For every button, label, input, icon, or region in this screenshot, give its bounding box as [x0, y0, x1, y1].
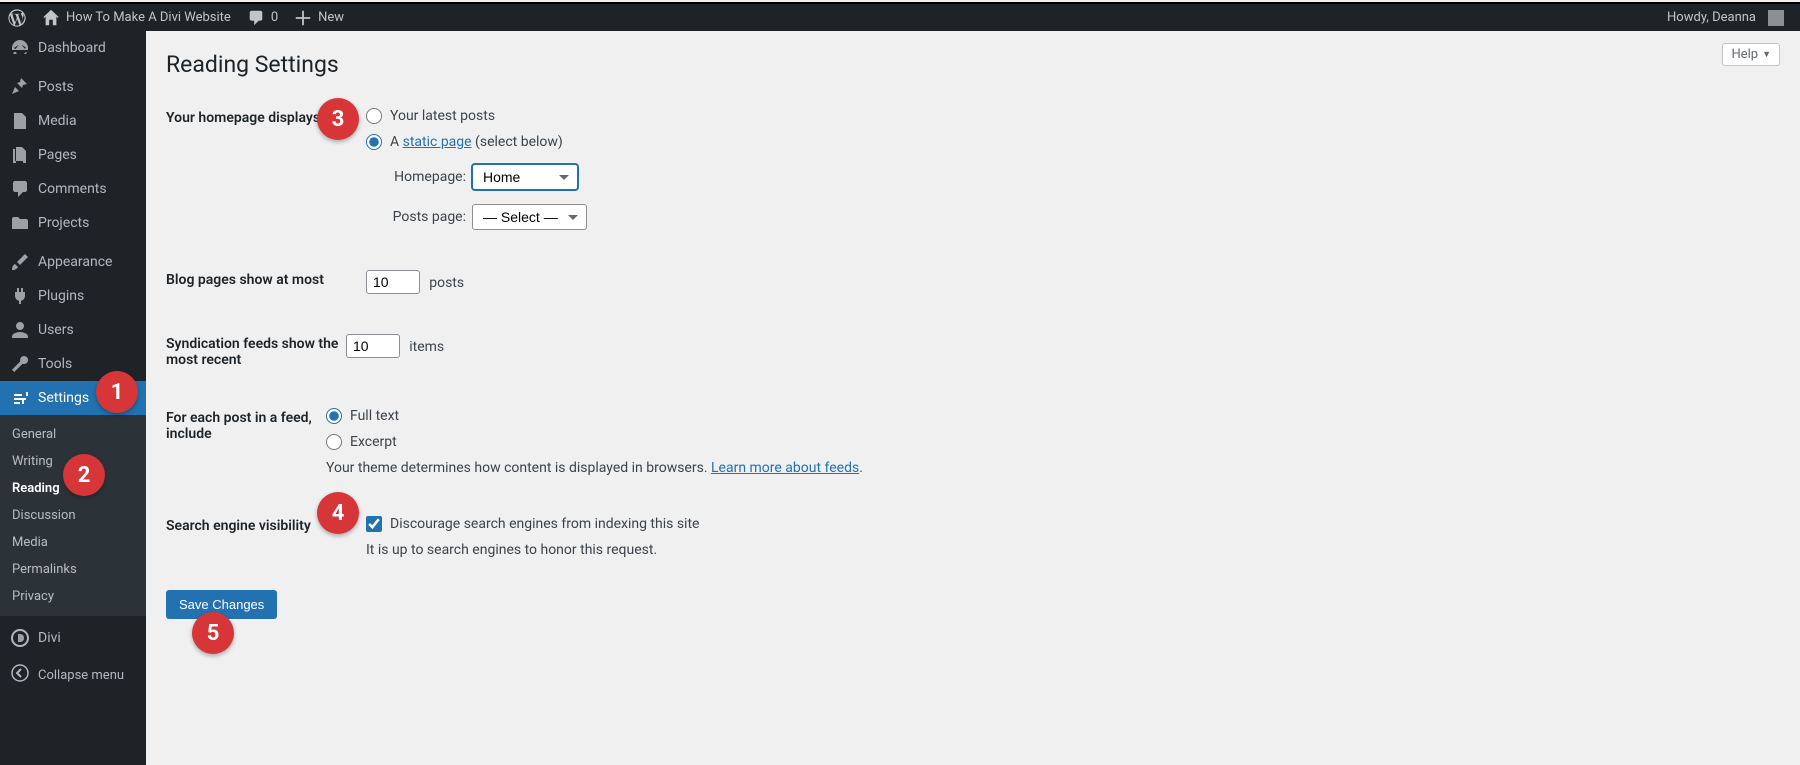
- discourage-label: Discourage search engines from indexing …: [390, 516, 699, 532]
- sidebar-label: Settings: [38, 390, 89, 406]
- callout-5: 5: [192, 612, 234, 654]
- blog-pages-unit: posts: [429, 275, 464, 291]
- sidebar-label: Divi: [38, 630, 61, 646]
- callout-4: 4: [317, 492, 359, 534]
- sidebar-label: Tools: [38, 356, 72, 372]
- sidebar-item-plugins[interactable]: Plugins: [0, 279, 146, 313]
- sidebar-item-pages[interactable]: Pages: [0, 138, 146, 172]
- home-icon: [42, 9, 60, 27]
- content-area: Help ▼ Reading Settings Your homepage di…: [146, 31, 1800, 765]
- settings-icon: [10, 388, 30, 408]
- sidebar-item-dashboard[interactable]: Dashboard: [0, 31, 146, 65]
- media-icon: [10, 111, 30, 131]
- sidebar-label: Pages: [38, 147, 77, 163]
- sidebar-label: Comments: [38, 181, 107, 197]
- avatar: [1768, 10, 1784, 26]
- portfolio-icon: [10, 213, 30, 233]
- page-title: Reading Settings: [146, 31, 1800, 88]
- collapse-icon: [10, 663, 30, 687]
- sidebar-label: Posts: [38, 79, 74, 95]
- sidebar-item-projects[interactable]: Projects: [0, 206, 146, 240]
- chevron-down-icon: ▼: [1762, 49, 1771, 60]
- discourage-checkbox[interactable]: [366, 516, 382, 532]
- radio-full-text-label: Full text: [350, 408, 399, 424]
- blog-pages-label: Blog pages show at most: [166, 270, 366, 288]
- howdy-text: Howdy, Deanna: [1667, 3, 1756, 32]
- sidebar-label: Media: [38, 113, 77, 129]
- pin-icon: [10, 77, 30, 97]
- wp-logo-link[interactable]: [0, 3, 34, 32]
- divi-icon: [10, 628, 30, 648]
- sidebar-label: Users: [38, 322, 74, 338]
- sidebar-item-posts[interactable]: Posts: [0, 70, 146, 104]
- sidebar-item-users[interactable]: Users: [0, 313, 146, 347]
- homepage-select[interactable]: Home: [472, 164, 578, 190]
- callout-2: 2: [63, 454, 105, 496]
- collapse-label: Collapse menu: [38, 668, 124, 683]
- dashboard-icon: [10, 38, 30, 58]
- page-icon: [10, 145, 30, 165]
- sev-description: It is up to search engines to honor this…: [366, 542, 1780, 558]
- plus-icon: [294, 9, 312, 27]
- settings-submenu: General Writing Reading Discussion Media…: [0, 415, 146, 616]
- submenu-privacy[interactable]: Privacy: [0, 583, 146, 610]
- wordpress-icon: [8, 9, 26, 27]
- site-title: How To Make A Divi Website: [66, 3, 231, 32]
- posts-page-select[interactable]: — Select —: [472, 204, 587, 230]
- sidebar-item-comments[interactable]: Comments: [0, 172, 146, 206]
- radio-excerpt-label: Excerpt: [350, 434, 397, 450]
- learn-more-feeds-link[interactable]: Learn more about feeds: [711, 460, 859, 476]
- radio-static-page-label: A static page (select below): [390, 134, 563, 150]
- sidebar-item-media[interactable]: Media: [0, 104, 146, 138]
- admin-sidebar: Dashboard Posts Media Pages Comments Pro…: [0, 31, 146, 765]
- radio-excerpt[interactable]: [326, 434, 342, 450]
- radio-static-page[interactable]: [366, 134, 382, 150]
- sidebar-label: Appearance: [38, 254, 112, 270]
- comment-count: 0: [271, 3, 278, 32]
- radio-full-text[interactable]: [326, 408, 342, 424]
- help-tab[interactable]: Help ▼: [1722, 43, 1780, 66]
- comment-icon: [247, 9, 265, 27]
- brush-icon: [10, 252, 30, 272]
- sidebar-label: Dashboard: [38, 40, 106, 56]
- submenu-general[interactable]: General: [0, 421, 146, 448]
- help-label: Help: [1731, 47, 1758, 62]
- site-name-link[interactable]: How To Make A Divi Website: [34, 3, 239, 32]
- admin-toolbar: How To Make A Divi Website 0 New Howdy, …: [0, 2, 1800, 31]
- posts-page-select-label: Posts page:: [390, 209, 466, 225]
- homepage-select-label: Homepage:: [390, 169, 466, 185]
- feed-description: Your theme determines how content is dis…: [326, 460, 1780, 476]
- radio-latest-posts[interactable]: [366, 108, 382, 124]
- sidebar-label: Projects: [38, 215, 89, 231]
- callout-1: 1: [96, 371, 138, 413]
- static-page-link[interactable]: static page: [403, 134, 472, 150]
- submenu-discussion[interactable]: Discussion: [0, 502, 146, 529]
- radio-latest-posts-label: Your latest posts: [390, 108, 495, 124]
- callout-3: 3: [317, 98, 359, 140]
- sidebar-item-divi[interactable]: Divi: [0, 621, 146, 655]
- syndication-input[interactable]: [346, 334, 400, 358]
- plugin-icon: [10, 286, 30, 306]
- syndication-unit: items: [409, 339, 444, 355]
- user-icon: [10, 320, 30, 340]
- my-account-link[interactable]: Howdy, Deanna: [1659, 3, 1792, 32]
- feed-include-label: For each post in a feed, include: [166, 408, 326, 442]
- submenu-media[interactable]: Media: [0, 529, 146, 556]
- submenu-permalinks[interactable]: Permalinks: [0, 556, 146, 583]
- collapse-menu-button[interactable]: Collapse menu: [0, 655, 146, 695]
- new-content-link[interactable]: New: [286, 3, 352, 32]
- syndication-label: Syndication feeds show the most recent: [166, 334, 346, 368]
- wrench-icon: [10, 354, 30, 374]
- comments-link[interactable]: 0: [239, 3, 286, 32]
- comment-icon: [10, 179, 30, 199]
- blog-pages-input[interactable]: [366, 270, 420, 294]
- new-label: New: [318, 3, 344, 32]
- sidebar-item-appearance[interactable]: Appearance: [0, 245, 146, 279]
- sidebar-label: Plugins: [38, 288, 84, 304]
